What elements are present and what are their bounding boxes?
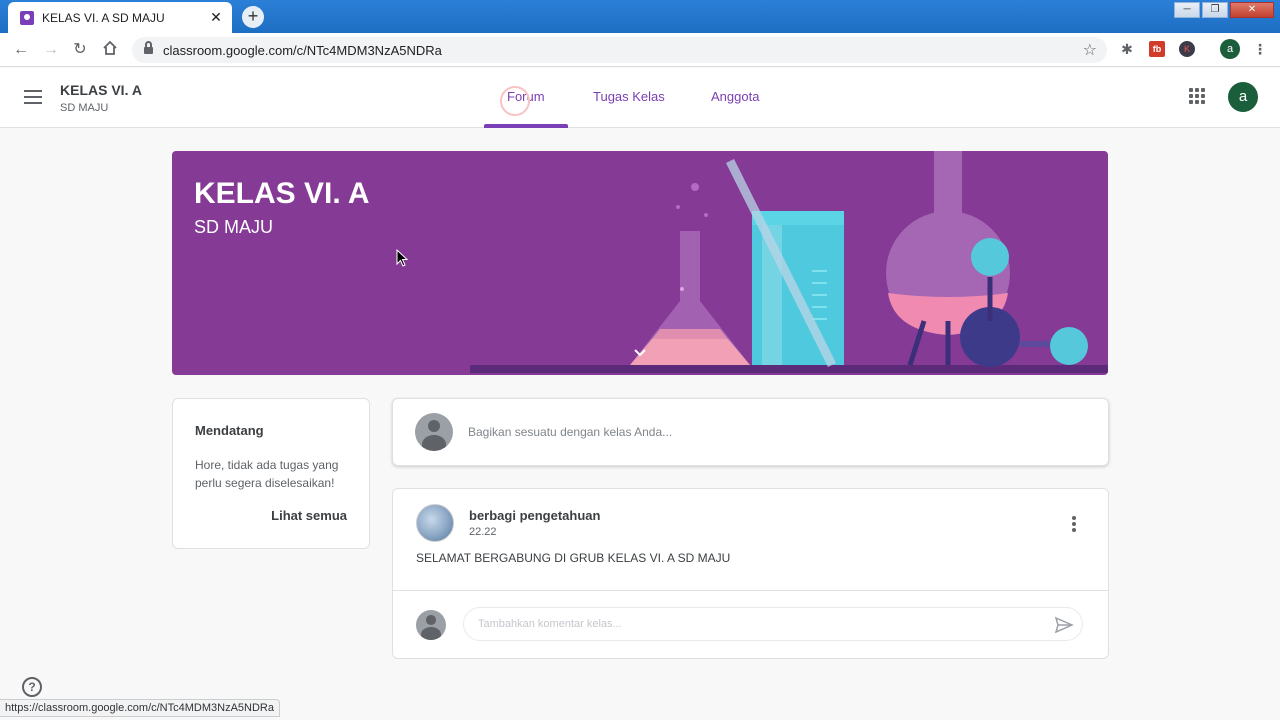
class-banner: KELAS VI. A SD MAJU [172, 151, 1108, 375]
extension-red-icon[interactable]: fb [1149, 41, 1165, 57]
upcoming-card: Mendatang Hore, tidak ada tugas yang per… [172, 398, 370, 549]
browser-menu-icon[interactable]: ⋮ [1252, 41, 1268, 57]
bookmark-star-icon[interactable]: ☆ [1083, 40, 1097, 60]
new-tab-button[interactable]: + [242, 6, 264, 28]
reload-icon[interactable]: ↻ [70, 40, 90, 60]
account-avatar[interactable]: a [1228, 82, 1258, 112]
home-icon[interactable] [100, 40, 120, 60]
browser-tab[interactable]: KELAS VI. A SD MAJU ✕ [8, 2, 232, 33]
header-class-name[interactable]: KELAS VI. A [60, 82, 142, 98]
classroom-favicon-icon [20, 10, 34, 25]
browser-toolbar: ← → ↻ classroom.google.com/c/NTc4MDM3NzA… [0, 33, 1280, 67]
status-bar-url: https://classroom.google.com/c/NTc4MDM3N… [0, 699, 280, 717]
see-all-link[interactable]: Lihat semua [271, 508, 347, 523]
banner-class-name: KELAS VI. A [194, 177, 370, 210]
extension-dark-icon[interactable]: K [1179, 41, 1195, 57]
post-menu-icon[interactable] [1072, 516, 1076, 532]
google-apps-icon[interactable] [1189, 88, 1205, 104]
extensions-puzzle-icon[interactable]: ✱ [1119, 41, 1135, 57]
header-school-name: SD MAJU [60, 102, 109, 114]
upcoming-title: Mendatang [195, 423, 264, 438]
author-avatar [416, 504, 454, 542]
tab-close-icon[interactable]: ✕ [208, 9, 224, 26]
share-card[interactable]: Bagikan sesuatu dengan kelas Anda... [392, 398, 1109, 466]
window-controls: ─ ❐ ✕ [1174, 2, 1274, 18]
banner-school-name: SD MAJU [194, 217, 274, 237]
maximize-button[interactable]: ❐ [1202, 2, 1228, 18]
back-arrow-icon[interactable]: ← [11, 40, 31, 60]
post-body: SELAMAT BERGABUNG DI GRUB KELAS VI. A SD… [416, 551, 731, 565]
hamburger-menu-icon[interactable] [24, 90, 42, 104]
comment-input[interactable]: Tambahkan komentar kelas... [463, 607, 1083, 641]
send-icon[interactable] [1054, 615, 1074, 635]
upcoming-message: Hore, tidak ada tugas yang perlu segera … [195, 458, 339, 490]
user-avatar-icon [415, 413, 453, 451]
help-icon[interactable]: ? [22, 677, 42, 697]
mouse-cursor-icon [396, 249, 408, 267]
classroom-header: KELAS VI. A SD MAJU Forum Tugas Kelas An… [0, 68, 1280, 128]
tab-tugas-kelas[interactable]: Tugas Kelas [593, 89, 665, 104]
tab-title: KELAS VI. A SD MAJU [42, 10, 165, 25]
comment-placeholder: Tambahkan komentar kelas... [478, 618, 622, 630]
post-time: 22.22 [469, 526, 497, 538]
minimize-button[interactable]: ─ [1174, 2, 1200, 18]
post-author: berbagi pengetahuan [469, 508, 601, 523]
browser-titlebar: KELAS VI. A SD MAJU ✕ + ─ ❐ ✕ [0, 0, 1280, 33]
address-bar[interactable]: classroom.google.com/c/NTc4MDM3NzA5NDRa … [132, 37, 1107, 63]
lock-icon [144, 41, 153, 55]
share-placeholder[interactable]: Bagikan sesuatu dengan kelas Anda... [468, 425, 672, 439]
commenter-avatar-icon [416, 610, 446, 640]
browser-profile-avatar[interactable]: a [1220, 39, 1240, 59]
post-card: berbagi pengetahuan 22.22 SELAMAT BERGAB… [392, 488, 1109, 659]
click-ripple [500, 86, 530, 116]
post-divider [393, 590, 1108, 591]
tab-anggota[interactable]: Anggota [711, 89, 759, 104]
forward-arrow-icon[interactable]: → [41, 40, 61, 60]
url-text: classroom.google.com/c/NTc4MDM3NzA5NDRa [163, 43, 442, 58]
close-window-button[interactable]: ✕ [1230, 2, 1274, 18]
